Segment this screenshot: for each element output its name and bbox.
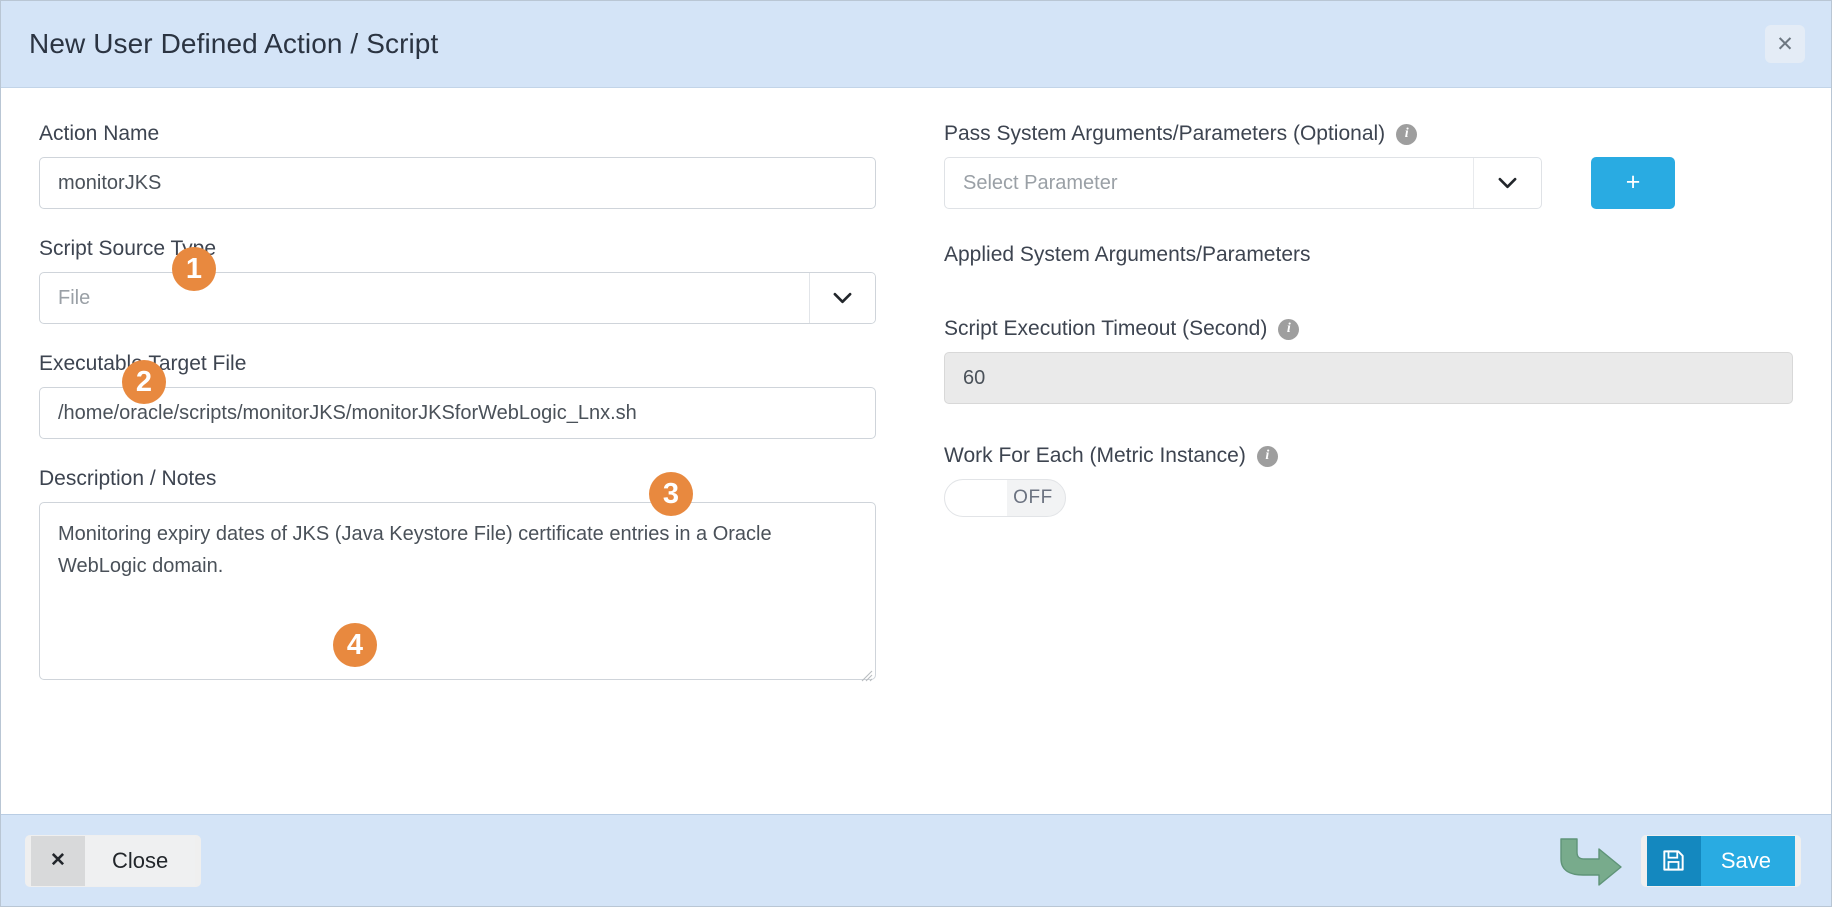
pass-system-arguments-label-text: Pass System Arguments/Parameters (Option… — [944, 122, 1386, 145]
description-notes-label: Description / Notes — [39, 467, 217, 490]
close-icon[interactable]: ✕ — [1765, 25, 1805, 63]
dialog-footer: ✕ Close Save — [1, 814, 1831, 906]
script-source-type-value: File — [58, 286, 91, 309]
save-button[interactable]: Save — [1640, 834, 1801, 887]
script-execution-timeout-label: Script Execution Timeout (Second) i — [944, 317, 1793, 341]
chevron-down-glyph — [1498, 177, 1517, 189]
green-curved-arrow-annotation — [1560, 837, 1622, 886]
applied-system-arguments-label: Applied System Arguments/Parameters — [944, 243, 1311, 266]
select-parameter-placeholder: Select Parameter — [963, 171, 1118, 194]
info-icon[interactable]: i — [1396, 123, 1418, 145]
work-for-each-toggle[interactable]: OFF — [944, 479, 1066, 517]
close-button[interactable]: ✕ Close — [25, 834, 202, 887]
info-icon[interactable]: i — [1278, 318, 1300, 340]
left-form-column: Action Name Script Source Type File Exec… — [1, 122, 916, 814]
description-notes-field: Description / Notes Monitoring expiry da… — [39, 467, 876, 685]
work-for-each-label-text: Work For Each (Metric Instance) — [944, 444, 1246, 467]
parameter-select-row: Select Parameter + — [944, 157, 1793, 209]
save-button-label: Save — [1700, 835, 1795, 886]
chevron-down-icon[interactable] — [1473, 158, 1541, 208]
work-for-each-field: Work For Each (Metric Instance) i OFF — [944, 444, 1793, 517]
pass-system-arguments-field: Pass System Arguments/Parameters (Option… — [944, 122, 1793, 209]
executable-target-file-input[interactable] — [39, 387, 876, 439]
work-for-each-label: Work For Each (Metric Instance) i — [944, 444, 1793, 468]
description-notes-wrapper: Monitoring expiry dates of JKS (Java Key… — [39, 502, 876, 685]
script-source-type-label: Script Source Type — [39, 237, 217, 260]
toggle-state-label: OFF — [1013, 487, 1053, 508]
new-user-defined-action-dialog: New User Defined Action / Script ✕ Actio… — [0, 0, 1832, 907]
add-parameter-button[interactable]: + — [1591, 157, 1675, 209]
dialog-title: New User Defined Action / Script — [29, 28, 439, 59]
script-source-type-select[interactable]: File — [39, 272, 876, 324]
dialog-header: New User Defined Action / Script ✕ — [1, 1, 1831, 88]
info-icon-glyph: i — [1265, 448, 1270, 463]
info-icon[interactable]: i — [1256, 445, 1278, 467]
select-parameter-dropdown[interactable]: Select Parameter — [944, 157, 1542, 209]
save-floppy-glyph — [1663, 850, 1684, 871]
script-execution-timeout-input[interactable] — [944, 352, 1793, 404]
close-button-label: Close — [85, 835, 196, 886]
close-icon-glyph: ✕ — [1776, 32, 1794, 56]
save-floppy-icon — [1646, 835, 1701, 886]
description-notes-textarea[interactable]: Monitoring expiry dates of JKS (Java Key… — [39, 502, 876, 680]
executable-target-file-field: Executable Target File — [39, 352, 876, 439]
script-execution-timeout-label-text: Script Execution Timeout (Second) — [944, 317, 1268, 340]
info-icon-glyph: i — [1286, 321, 1291, 336]
pass-system-arguments-label: Pass System Arguments/Parameters (Option… — [944, 122, 1793, 146]
action-name-field: Action Name — [39, 122, 876, 209]
close-icon: ✕ — [31, 835, 85, 886]
action-name-input[interactable] — [39, 157, 876, 209]
save-area: Save — [1553, 833, 1801, 889]
script-source-type-field: Script Source Type File — [39, 237, 876, 324]
action-name-label: Action Name — [39, 122, 160, 145]
dialog-body: Action Name Script Source Type File Exec… — [1, 88, 1831, 814]
executable-target-file-label: Executable Target File — [39, 352, 247, 375]
chevron-down-glyph — [833, 292, 852, 304]
chevron-down-icon[interactable] — [809, 273, 875, 323]
toggle-knob — [945, 480, 1007, 516]
right-form-column: Pass System Arguments/Parameters (Option… — [916, 122, 1831, 814]
script-execution-timeout-field: Script Execution Timeout (Second) i — [944, 317, 1793, 404]
close-icon-glyph: ✕ — [50, 850, 66, 871]
info-icon-glyph: i — [1404, 126, 1409, 141]
